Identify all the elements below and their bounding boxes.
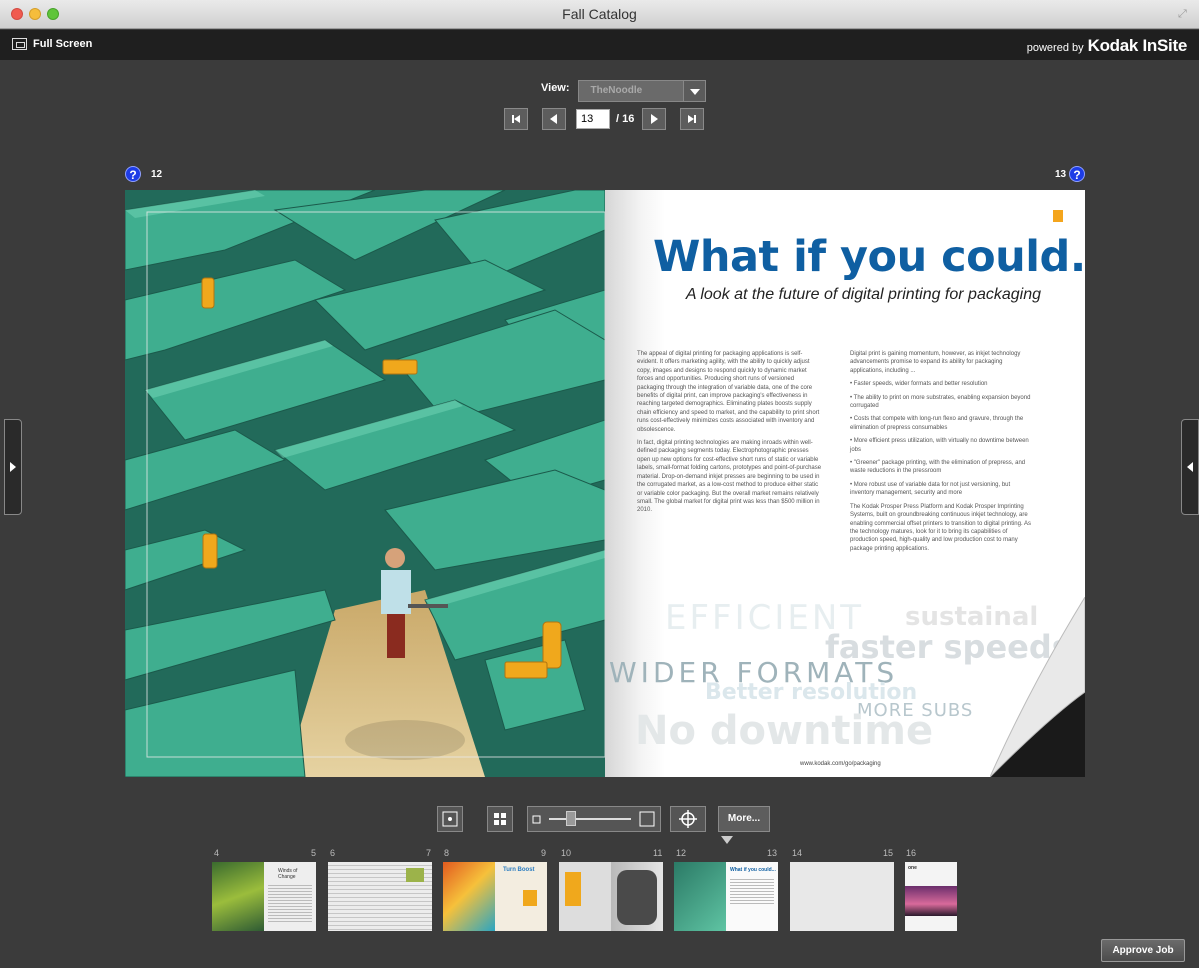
article-subhead: A look at the future of digital printing…	[685, 286, 1041, 303]
fit-page-icon	[442, 811, 458, 827]
next-page-button[interactable]	[642, 108, 667, 130]
article-paragraph-1: The appeal of digital printing for packa…	[637, 351, 820, 433]
left-page-number: 12	[151, 169, 163, 180]
thumbnail-page-14-15[interactable]	[790, 862, 894, 931]
previous-spread-tab[interactable]	[4, 419, 22, 515]
full-screen-icon	[12, 38, 27, 50]
article-headline: What if you could...	[653, 232, 1085, 282]
page-navigation: / 16	[504, 108, 705, 130]
top-toolbar: Full Screen powered by Kodak InSite	[0, 30, 1199, 60]
window-title: Fall Catalog	[562, 6, 637, 22]
full-screen-button[interactable]: Full Screen	[12, 38, 92, 50]
article-url: www.kodak.com/go/packaging	[800, 761, 881, 767]
thumb-label: 5	[311, 848, 317, 858]
help-left-button[interactable]: ?	[125, 166, 141, 182]
first-page-button[interactable]	[504, 108, 528, 130]
thumbnail-title: Turn Boost	[503, 867, 535, 873]
maze-image	[125, 190, 605, 777]
zoom-out-icon[interactable]	[532, 815, 542, 825]
fit-page-button[interactable]	[437, 806, 463, 832]
view-label: View:	[541, 82, 570, 94]
crosshair-icon	[679, 810, 697, 828]
view-select[interactable]: TheNoodle	[577, 80, 706, 102]
thumb-label: 11	[653, 848, 663, 858]
article-bullet: • Faster speeds, wider formats and bette…	[850, 381, 988, 388]
current-page-indicator-icon	[721, 836, 733, 844]
page-spread: What if you could... A look at the futur…	[125, 190, 1085, 777]
page-number-input[interactable]	[576, 109, 610, 129]
target-button[interactable]	[670, 806, 706, 832]
thumbnail-page-13[interactable]: What if you could...	[726, 862, 778, 931]
thumb-label: 10	[561, 848, 572, 858]
powered-by-label: powered by	[1026, 42, 1084, 54]
article-bullet: • More efficient press utilization, with…	[850, 438, 1029, 453]
more-button[interactable]: More...	[718, 806, 770, 832]
article-page: What if you could... A look at the futur…	[605, 190, 1085, 777]
previous-page-button[interactable]	[542, 108, 566, 130]
grid-icon	[494, 813, 506, 825]
article-bullet: • "Greener" package printing, with the e…	[850, 460, 1026, 475]
chevron-down-icon[interactable]	[682, 81, 705, 101]
article-bullet: • The ability to print on more substrate…	[850, 394, 1031, 410]
previous-icon	[550, 114, 557, 124]
thumbnail-page-8[interactable]	[443, 862, 495, 931]
full-screen-label: Full Screen	[33, 38, 93, 50]
thumb-label: 8	[444, 848, 450, 858]
thumbnail-page-9[interactable]: Turn Boost	[495, 862, 547, 931]
thumb-label: 6	[330, 848, 336, 858]
thumb-label: 4	[214, 848, 220, 858]
grid-view-button[interactable]	[487, 806, 513, 832]
thumbnail-title: Winds of Change	[278, 868, 298, 880]
corner-marker	[1053, 210, 1063, 222]
brand-logo: Kodak InSite	[1087, 36, 1188, 55]
window-titlebar: Fall Catalog ⤢	[0, 0, 1199, 29]
wordcloud-no-downtime: No downtime	[635, 708, 934, 754]
view-selected-value: TheNoodle	[590, 85, 643, 96]
page-total: / 16	[616, 113, 635, 125]
thumbnail-page-4[interactable]	[212, 862, 264, 931]
article-paragraph-2: In fact, digital printing technologies a…	[637, 440, 822, 514]
zoom-track[interactable]	[549, 818, 631, 820]
article-bullet: • More robust use of variable data for n…	[850, 481, 1011, 497]
page-curl-icon[interactable]	[990, 597, 1085, 777]
next-icon	[651, 114, 659, 124]
view-row: View: TheNoodle	[541, 80, 706, 102]
thumbnail-page-6-7[interactable]	[328, 862, 432, 931]
thumbnail-title: What if you could...	[730, 867, 776, 873]
help-right-button[interactable]: ?	[1069, 166, 1085, 182]
article-outro: The Kodak Prosper Press Platform and Kod…	[850, 503, 1031, 552]
next-spread-tab[interactable]	[1181, 419, 1199, 515]
thumb-label: 15	[883, 848, 894, 858]
thumb-label: 7	[426, 848, 432, 858]
thumbnail-page-5[interactable]: Winds of Change	[264, 862, 316, 931]
thumbnail-page-10-11[interactable]	[559, 862, 663, 931]
thumb-label: 12	[676, 848, 687, 858]
thumb-label: 16	[906, 848, 917, 858]
thumbnail-page-12[interactable]	[674, 862, 726, 931]
article-bullet: • Costs that compete with long-run flexo…	[850, 416, 1024, 431]
skip-first-icon	[512, 115, 520, 123]
thumb-label: 9	[541, 848, 547, 858]
skip-last-icon	[688, 115, 697, 123]
thumb-label: 13	[767, 848, 778, 858]
resize-icon[interactable]: ⤢	[1178, 8, 1190, 20]
thumb-label: 14	[792, 848, 803, 858]
maze-illustration	[125, 190, 605, 777]
right-page-number: 13	[1055, 169, 1067, 180]
zoom-in-icon[interactable]	[639, 811, 656, 828]
thumbnail-title: one	[908, 865, 917, 871]
zoom-thumb[interactable]	[566, 811, 576, 826]
article-column-2: Digital print is gaining momentum, howev…	[850, 350, 1036, 558]
article-intro: Digital print is gaining momentum, howev…	[850, 351, 1021, 374]
last-page-button[interactable]	[680, 108, 705, 130]
approve-job-button[interactable]: Approve Job	[1101, 939, 1185, 962]
article-column-1: The appeal of digital printing for packa…	[637, 350, 823, 520]
powered-by: powered by Kodak InSite	[1026, 36, 1188, 56]
thumbnail-page-16[interactable]: one	[905, 862, 957, 931]
